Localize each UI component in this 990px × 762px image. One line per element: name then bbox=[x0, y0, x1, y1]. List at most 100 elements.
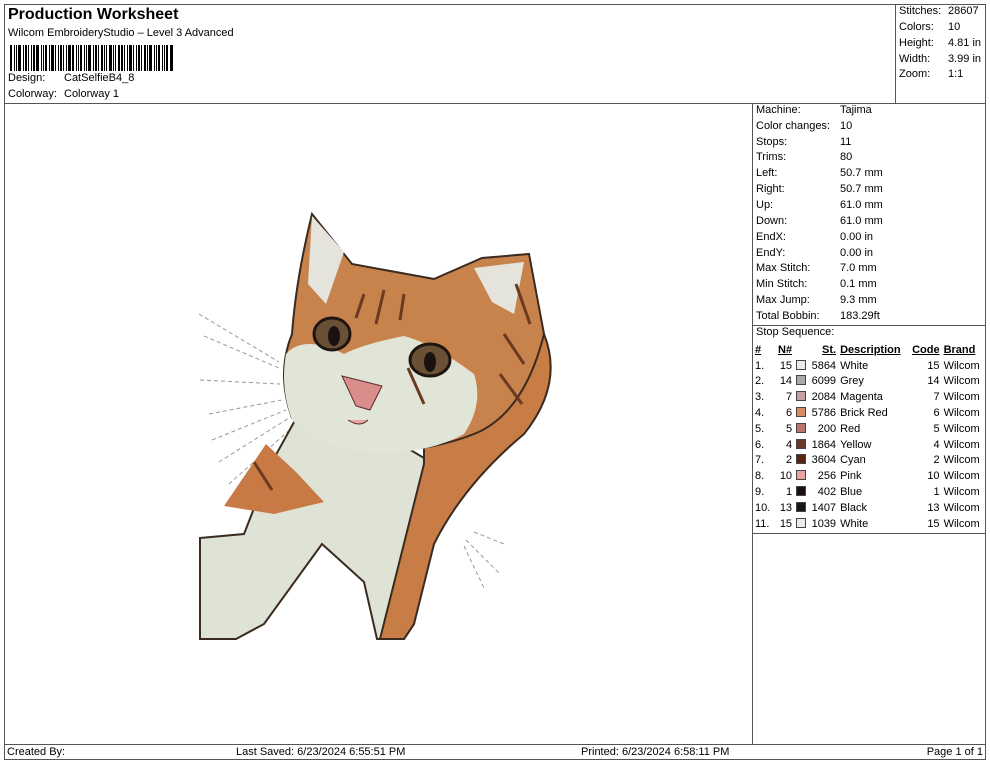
left-pupil bbox=[328, 326, 340, 346]
color-swatch bbox=[796, 407, 807, 418]
barcode-bar bbox=[86, 45, 87, 71]
row-code: 15 bbox=[927, 517, 940, 530]
barcode-bar bbox=[124, 45, 125, 71]
row-swatch bbox=[796, 437, 810, 453]
row-description: Grey bbox=[840, 375, 864, 388]
row-index: 1. bbox=[755, 359, 765, 372]
barcode-bar bbox=[115, 45, 116, 71]
stop-sequence-table: # N# St. Description Code Brand 1. 15 5864… bbox=[755, 342, 986, 532]
info-label: EndX: bbox=[756, 231, 786, 243]
barcode-bar bbox=[88, 45, 91, 71]
info-value: 0.00 in bbox=[840, 231, 874, 243]
row-code: 4 bbox=[933, 438, 940, 451]
info-value: 50.7 mm bbox=[840, 167, 883, 179]
row-code: 6 bbox=[933, 407, 940, 420]
color-swatch bbox=[796, 422, 807, 433]
row-brand: Wilcom bbox=[943, 438, 980, 451]
row-stitches: 1864 bbox=[811, 438, 837, 451]
colorway-label: Colorway: bbox=[8, 88, 57, 100]
stop-sequence-title: Stop Sequence: bbox=[756, 326, 835, 338]
row-index: 4. bbox=[755, 407, 765, 420]
row-swatch bbox=[796, 516, 810, 532]
info-value: 183.29ft bbox=[840, 310, 880, 322]
row-swatch bbox=[796, 453, 810, 469]
stat-value: 1:1 bbox=[948, 68, 964, 80]
worksheet-footer: Created By: Last Saved: 6/23/2024 6:55:5… bbox=[4, 744, 986, 760]
barcode-bar bbox=[113, 45, 114, 71]
row-swatch bbox=[796, 405, 810, 421]
barcode-bar bbox=[98, 45, 99, 71]
barcode-bar bbox=[93, 45, 94, 71]
barcode-bar bbox=[147, 45, 148, 71]
info-label: Up: bbox=[756, 199, 774, 211]
info-row: EndX: 0.00 in bbox=[756, 231, 873, 247]
info-label: Min Stitch: bbox=[756, 278, 808, 290]
row-brand: Wilcom bbox=[943, 359, 980, 372]
row-code: 14 bbox=[927, 375, 940, 388]
row-needle: 4 bbox=[785, 438, 793, 451]
row-description: Magenta bbox=[840, 391, 883, 404]
barcode-bar bbox=[144, 45, 146, 71]
barcode-bar bbox=[78, 45, 79, 71]
barcode-bar bbox=[80, 45, 82, 71]
info-value: 0.00 in bbox=[840, 247, 874, 259]
info-row: Total Bobbin: 183.29ft bbox=[756, 310, 880, 326]
row-brand: Wilcom bbox=[943, 375, 980, 388]
barcode-bar bbox=[84, 45, 85, 71]
barcode-bar bbox=[170, 45, 173, 71]
info-label: Max Jump: bbox=[756, 294, 810, 306]
barcode-bar bbox=[31, 45, 32, 71]
colorway-value: Colorway 1 bbox=[64, 88, 120, 100]
row-swatch bbox=[796, 500, 810, 516]
row-code: 10 bbox=[927, 470, 940, 483]
stat-zoom: Zoom: 1:1 bbox=[899, 68, 963, 80]
color-swatch bbox=[796, 486, 807, 497]
row-description: Black bbox=[840, 501, 867, 514]
info-value: 11 bbox=[840, 136, 852, 148]
row-index: 11. bbox=[755, 517, 770, 530]
stat-value: 4.81 in bbox=[948, 37, 982, 49]
barcode-bar bbox=[133, 45, 134, 71]
row-brand: Wilcom bbox=[943, 422, 980, 435]
row-swatch bbox=[796, 389, 810, 405]
barcode-bar bbox=[141, 45, 142, 71]
info-value: Tajima bbox=[840, 104, 872, 116]
col-header-stitches: St. bbox=[822, 343, 837, 356]
color-swatch bbox=[796, 359, 807, 370]
stat-label: Width: bbox=[899, 53, 931, 65]
barcode-bar bbox=[68, 45, 71, 71]
table-row: 8. 10 256 Pink 10 Wilcom bbox=[755, 468, 986, 484]
right-pupil bbox=[424, 352, 436, 372]
row-code: 5 bbox=[933, 422, 940, 435]
barcode-bar bbox=[149, 45, 152, 71]
cat-embroidery-image bbox=[198, 211, 552, 640]
row-needle: 10 bbox=[779, 470, 793, 483]
page-number: Page 1 of 1 bbox=[926, 746, 983, 758]
row-swatch bbox=[796, 468, 810, 484]
stat-value: 10 bbox=[948, 21, 961, 33]
barcode-bar bbox=[76, 45, 77, 71]
row-index: 9. bbox=[755, 486, 765, 499]
barcode-bar bbox=[129, 45, 132, 71]
stat-label: Colors: bbox=[899, 21, 934, 33]
table-row: 1. 15 5864 White 15 Wilcom bbox=[755, 358, 986, 374]
row-stitches: 3604 bbox=[811, 454, 837, 467]
info-label: Stops: bbox=[756, 136, 788, 148]
row-stitches: 1407 bbox=[811, 501, 837, 514]
row-needle: 13 bbox=[779, 501, 793, 514]
row-index: 10. bbox=[755, 501, 771, 514]
barcode-bar bbox=[106, 45, 107, 71]
row-stitches: 1039 bbox=[811, 517, 837, 530]
row-brand: Wilcom bbox=[943, 517, 980, 530]
barcode-bar bbox=[43, 45, 44, 71]
created-by: Created By: bbox=[7, 746, 66, 758]
table-header-row: # N# St. Description Code Brand bbox=[755, 342, 986, 358]
info-row: Max Stitch: 7.0 mm bbox=[756, 262, 877, 278]
table-row: 6. 4 1864 Yellow 4 Wilcom bbox=[755, 437, 986, 453]
info-row: Stops: 11 bbox=[756, 136, 851, 152]
info-value: 9.3 mm bbox=[840, 294, 877, 306]
row-stitches: 2084 bbox=[811, 391, 837, 404]
barcode-bar bbox=[118, 45, 120, 71]
info-row: EndY: 0.00 in bbox=[756, 247, 873, 263]
row-stitches: 256 bbox=[817, 470, 837, 483]
